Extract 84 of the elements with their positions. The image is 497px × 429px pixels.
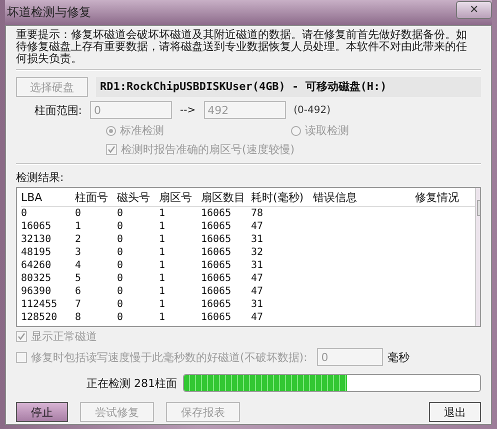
checkbox[interactable] bbox=[16, 331, 27, 342]
results-label: 检测结果: bbox=[16, 170, 65, 185]
table-cell-text: 47 bbox=[251, 221, 264, 232]
table-cell-text: 0 bbox=[117, 286, 124, 297]
table-cell-text: 78 bbox=[251, 208, 264, 219]
column-header[interactable]: 扇区数目 bbox=[201, 190, 251, 204]
column-header[interactable]: 修复情况 bbox=[415, 190, 475, 204]
table-cell-text: 16065 bbox=[201, 312, 232, 323]
table-cell-text: 64260 bbox=[21, 260, 52, 271]
column-header[interactable]: 柱面号 bbox=[75, 190, 117, 204]
table-cell-text: 0 bbox=[117, 221, 124, 232]
table-cell-text: 1 bbox=[159, 234, 166, 245]
checkbox-label: 检测时报告准确的扇区号(速度较慢) bbox=[121, 142, 295, 157]
table-cell-text: 0 bbox=[117, 208, 124, 219]
table-cell-text: 16065 bbox=[201, 273, 232, 284]
dialog-button[interactable]: 停止 bbox=[16, 402, 68, 422]
table-cell-text: 0 bbox=[117, 247, 124, 258]
range-label: 柱面范围: bbox=[33, 102, 82, 118]
disk-name-field: RD1:RockChipUSBDISKUser(4GB) - 可移动磁盘(H:) bbox=[96, 77, 481, 97]
column-header[interactable]: 耗时(毫秒) bbox=[251, 190, 313, 204]
table-cell-text: 0 bbox=[21, 208, 28, 219]
table-cell-text: 1 bbox=[75, 221, 82, 232]
table-cell-text: 0 bbox=[117, 260, 124, 271]
checkbox[interactable] bbox=[16, 352, 27, 362]
radio-button[interactable] bbox=[291, 126, 301, 136]
table-cell-text: 32130 bbox=[21, 234, 52, 245]
radio-button[interactable] bbox=[106, 126, 116, 136]
table-cell-text: 0 bbox=[75, 208, 82, 219]
table-cell-text: 16065 bbox=[201, 260, 232, 271]
table-cell-text: 1 bbox=[159, 312, 166, 323]
unit-label: 毫秒 bbox=[387, 350, 410, 364]
table-cell-text: 16065 bbox=[201, 208, 232, 219]
table-cell-text: 0 bbox=[117, 299, 124, 310]
progress-label: 正在检测 281柱面 bbox=[86, 376, 177, 390]
dialog-button[interactable]: 退出 bbox=[429, 402, 481, 422]
radio-label: 标准检测 bbox=[120, 123, 164, 138]
table-cell-text: 7 bbox=[75, 299, 82, 310]
table-cell-text: 2 bbox=[75, 234, 82, 245]
column-header[interactable]: LBA bbox=[21, 190, 75, 204]
table-cell-text: 16065 bbox=[201, 299, 232, 310]
table-cell-text: 31 bbox=[251, 260, 264, 271]
table-cell-text: 47 bbox=[251, 273, 264, 284]
table-cell-text: 80325 bbox=[21, 273, 52, 284]
warning-text: 重要提示：修复坏磁道会破坏坏磁道及其附近磁道的数据。请在修复前首先做好数据备份。如待修复磁盘上存有重要数据，请将磁盘送到专业数据恢复人员处理。本软件不对由此带来的任何损失负责。 bbox=[16, 29, 468, 65]
column-header[interactable]: 磁头号 bbox=[117, 190, 159, 204]
table-cell-text: 16065 bbox=[201, 286, 232, 297]
table-cell-text: 1 bbox=[159, 208, 166, 219]
table-cell-text: 6 bbox=[75, 286, 82, 297]
table-cell-text: 32 bbox=[251, 247, 264, 258]
table-cell-text: 1 bbox=[159, 260, 166, 271]
checkbox-label: 修复时包括读写速度慢于此毫秒数的好磁道(不破坏数据): bbox=[31, 350, 308, 364]
close-button[interactable]: ✕ bbox=[456, 0, 492, 18]
column-header[interactable]: 错误信息 bbox=[313, 190, 415, 204]
table-cell-text: 0 bbox=[117, 273, 124, 284]
table-cell-text: 16065 bbox=[201, 247, 232, 258]
table-cell-text: 1 bbox=[159, 273, 166, 284]
table-cell-text: 4 bbox=[75, 260, 82, 271]
table-cell-text: 47 bbox=[251, 312, 264, 323]
radio-label: 读取检测 bbox=[305, 123, 349, 138]
table-cell-text: 31 bbox=[251, 299, 264, 310]
table-cell-text: 3 bbox=[75, 247, 82, 258]
table-cell-text: 31 bbox=[251, 234, 264, 245]
table-cell-text: 1 bbox=[159, 286, 166, 297]
table-cell-text: 96390 bbox=[21, 286, 52, 297]
table-cell-text: 112455 bbox=[21, 299, 58, 310]
range-hint: (0-492) bbox=[294, 104, 330, 116]
table-cell-text: 16065 bbox=[201, 234, 232, 245]
table-cell-text: 16065 bbox=[21, 221, 52, 232]
table-cell-text: 47 bbox=[251, 286, 264, 297]
table-cell-text: 128520 bbox=[21, 312, 58, 323]
column-header[interactable]: 扇区号 bbox=[159, 190, 201, 204]
table-cell-text: 0 bbox=[117, 312, 124, 323]
checkbox[interactable] bbox=[106, 144, 117, 155]
table-cell-text: 48195 bbox=[21, 247, 52, 258]
table-cell-text: 5 bbox=[75, 273, 82, 284]
table-cell-text: 8 bbox=[75, 312, 82, 323]
checkbox-label: 显示正常磁道 bbox=[31, 329, 97, 344]
table-cell-text: 1 bbox=[159, 299, 166, 310]
window-title: 坏道检测与修复 bbox=[6, 4, 91, 21]
table-cell-text: 1 bbox=[159, 221, 166, 232]
range-arrow: --> bbox=[180, 104, 196, 116]
table-cell-text: 1 bbox=[159, 247, 166, 258]
table-cell-text: 0 bbox=[117, 234, 124, 245]
table-cell-text: 16065 bbox=[201, 221, 232, 232]
